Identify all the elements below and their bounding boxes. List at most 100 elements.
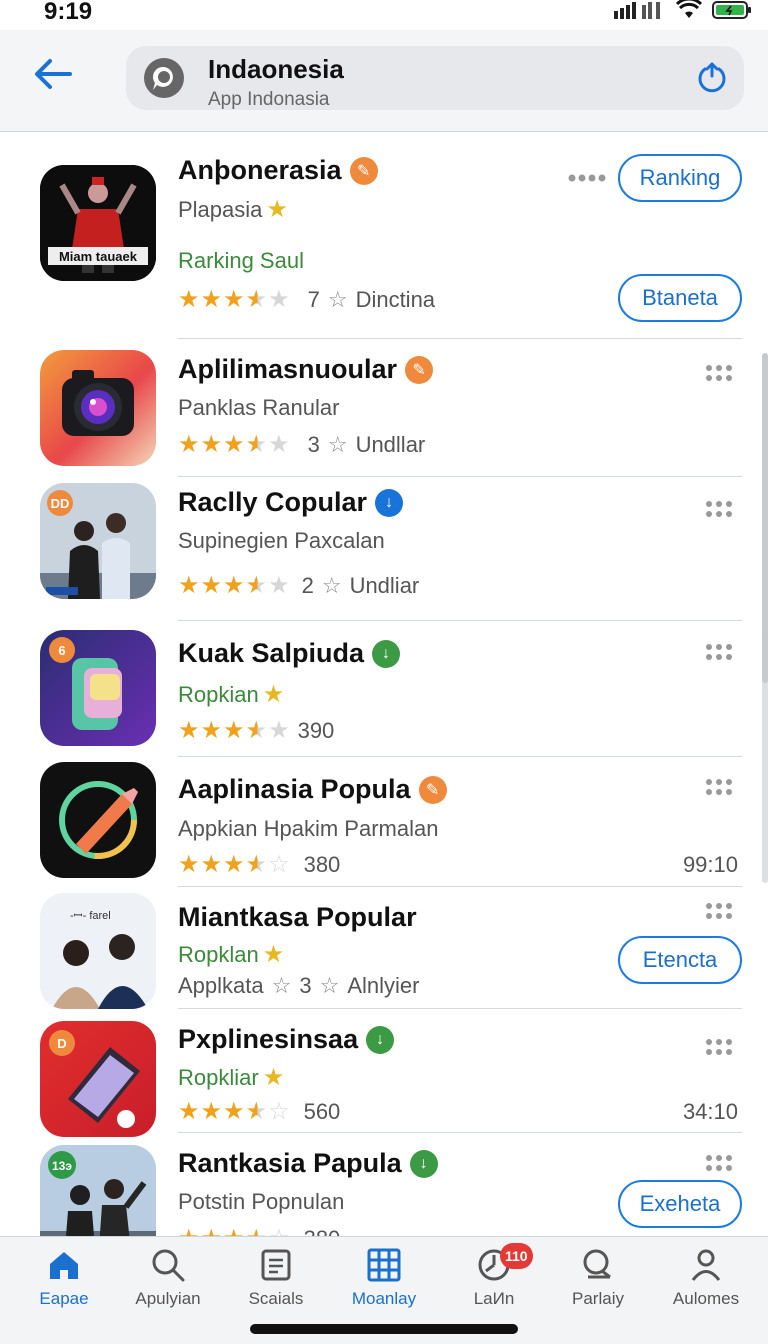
status-time: 9:19 <box>44 0 93 25</box>
app-name[interactable]: Kuak Salpiuda ↓ <box>178 638 401 669</box>
download-badge-icon: ↓ <box>375 488 404 517</box>
star-half-icon: ★ <box>245 286 268 313</box>
app-name[interactable]: Rantkasia Papula ↓ <box>178 1148 438 1179</box>
more-horizontal-icon[interactable] <box>568 171 608 185</box>
rating-stars: ★ ★ ★ ★ ★ <box>178 574 290 598</box>
app-icon-phone-red[interactable]: D <box>40 1021 156 1137</box>
app-list[interactable]: Miam tauaek Anþonerasia ✎ Plapasia ★ Rar… <box>0 133 768 1236</box>
rating-suffix: Alnlyier <box>347 973 420 998</box>
tab-aulomes[interactable]: Aulomes <box>656 1247 756 1317</box>
action-button[interactable]: Exeheta <box>618 1180 742 1228</box>
rating-stars: ★ ★ ★ ★ ☆ <box>178 1100 290 1124</box>
app-name[interactable]: Pxplinesinsaa ↓ <box>178 1024 395 1055</box>
icon-badge-text: 6 <box>58 643 65 658</box>
more-icon[interactable] <box>704 777 734 797</box>
status-icons <box>614 0 752 20</box>
app-icon-couple[interactable]: DD <box>40 483 156 599</box>
back-button[interactable] <box>30 52 82 96</box>
list-item[interactable]: Aplilimasnuoular ✎ Panklas Ranular ★ ★ ★… <box>0 339 768 477</box>
app-name-text: Raclly Copular <box>178 487 368 517</box>
app-tagline: Rarking Saul <box>178 248 304 273</box>
star-icon: ★ <box>223 1227 245 1237</box>
app-icon-portrait[interactable]: -ꟷ- farel <box>40 893 156 1009</box>
more-icon[interactable] <box>704 901 734 921</box>
star-icon: ★ <box>200 851 223 878</box>
tab-lain[interactable]: 110 LaИn <box>444 1243 544 1317</box>
app-subtitle-text: Ropklan <box>178 941 259 967</box>
more-icon[interactable] <box>704 642 734 662</box>
app-icon-phone[interactable]: 6 <box>40 630 156 746</box>
star-empty-icon: ★ <box>268 572 290 599</box>
rating-line: ★ ★ ★ ★ ★ 3 ☆ Undllar <box>178 432 425 458</box>
app-name[interactable]: Aaplinasia Popula ✎ <box>178 774 447 805</box>
star-icon: ★ <box>178 1227 200 1237</box>
portrait-duo-icon: -ꟷ- farel <box>40 893 156 1009</box>
tab-search[interactable]: Apulyian <box>118 1247 218 1317</box>
search-bar[interactable]: Indaonesia App Indonasia <box>126 46 744 110</box>
star-empty-icon: ☆ <box>268 851 290 878</box>
icon-badge-text: D <box>57 1036 66 1051</box>
rating-stars: ★ ★ ★ ★ ☆ <box>178 1227 290 1237</box>
rating-line: ★ ★ ★ ★ ☆ 560 <box>178 1099 340 1125</box>
phone-gradient-icon: 6 <box>49 637 122 730</box>
star-icon: ★ <box>178 572 200 599</box>
rating-line: ★ ★ ★ ★ ★ 2 ☆ Undliar <box>178 573 419 599</box>
download-badge-icon: ↓ <box>409 1149 438 1178</box>
app-name-text: Kuak Salpiuda <box>178 638 365 668</box>
refresh-icon <box>698 62 726 93</box>
app-icon-pen[interactable] <box>40 762 156 878</box>
list-item[interactable]: Miam tauaek Anþonerasia ✎ Plapasia ★ Rar… <box>0 133 768 339</box>
tab-scaials[interactable]: Scaials <box>226 1247 326 1317</box>
app-name-text: Aaplinasia Popula <box>178 774 411 804</box>
app-subtitle: Potstin Popnulan <box>178 1189 345 1214</box>
tab-parlaiy[interactable]: Parlaiy <box>548 1247 648 1317</box>
app-subtitle: Appkian Hpakim Parmalan <box>178 816 439 841</box>
action-button[interactable]: Etencta <box>618 936 742 984</box>
app-icon-poster[interactable]: Miam tauaek <box>40 165 156 281</box>
list-item[interactable]: D Pxplinesinsaa ↓ Ropkliar ★ ★ ★ ★ ★ ☆ 5… <box>0 1009 768 1137</box>
app-subtitle: Ropkian ★ <box>178 680 284 709</box>
app-name-text: Anþonerasia <box>178 155 342 185</box>
star-icon: ★ <box>178 717 200 744</box>
scrollbar-track[interactable] <box>762 633 768 883</box>
outline-star-icon: ☆ <box>327 287 348 312</box>
tab-moanlay[interactable]: Moanlay <box>334 1247 434 1317</box>
star-icon: ★ <box>178 286 200 313</box>
list-item[interactable]: 6 Kuak Salpiuda ↓ Ropkian ★ ★ ★ ★ ★ ★ 39… <box>0 621 768 757</box>
phone-red-icon: D <box>49 1030 140 1128</box>
list-item[interactable]: Aaplinasia Popula ✎ Appkian Hpakim Parma… <box>0 757 768 887</box>
star-icon: ★ <box>223 851 245 878</box>
more-icon[interactable] <box>704 363 734 383</box>
more-icon[interactable] <box>704 499 734 519</box>
app-name-text: Pxplinesinsaa <box>178 1024 359 1054</box>
star-icon: ★ <box>200 431 223 458</box>
ranking-button[interactable]: Ranking <box>618 154 742 202</box>
rating-stars: ★ ★ ★ ★ ☆ <box>178 853 290 877</box>
refresh-button[interactable] <box>694 60 730 96</box>
app-name[interactable]: Raclly Copular ↓ <box>178 487 404 518</box>
app-name[interactable]: Aplilimasnuoular ✎ <box>178 354 434 385</box>
rating-count: 7 <box>307 287 320 312</box>
list-item[interactable]: 13э Rantkasia Papula ↓ Potstin Popnulan … <box>0 1133 768 1236</box>
star-icon: ★ <box>200 1098 223 1125</box>
app-name[interactable]: Miantkasa Popular <box>178 902 417 933</box>
app-icon-two-men[interactable]: 13э <box>40 1145 156 1236</box>
download-badge-icon: ↓ <box>372 639 401 668</box>
app-name[interactable]: Anþonerasia ✎ <box>178 155 378 186</box>
chat-icon <box>583 1249 611 1279</box>
tab-label: Parlaiy <box>572 1289 624 1308</box>
app-name-text: Rantkasia Papula <box>178 1148 402 1178</box>
star-icon: ★ <box>200 286 223 313</box>
app-subtitle-text: Ropkian <box>178 681 259 707</box>
rating-line: ★ ★ ★ ★ ★ 390 <box>178 718 334 744</box>
star-icon: ★ <box>223 431 245 458</box>
tab-home[interactable]: Eapae <box>14 1247 114 1317</box>
list-item[interactable]: -ꟷ- farel Miantkasa Popular Ropklan ★ Ap… <box>0 887 768 1009</box>
more-icon[interactable] <box>704 1153 734 1173</box>
app-icon-camera[interactable] <box>40 350 156 466</box>
action-button[interactable]: Btaneta <box>618 274 742 322</box>
list-item[interactable]: DD Raclly Copular ↓ Supinegien Paxcalan … <box>0 477 768 621</box>
document-icon <box>261 1249 291 1281</box>
more-icon[interactable] <box>704 1037 734 1057</box>
signal-icon <box>614 2 660 19</box>
